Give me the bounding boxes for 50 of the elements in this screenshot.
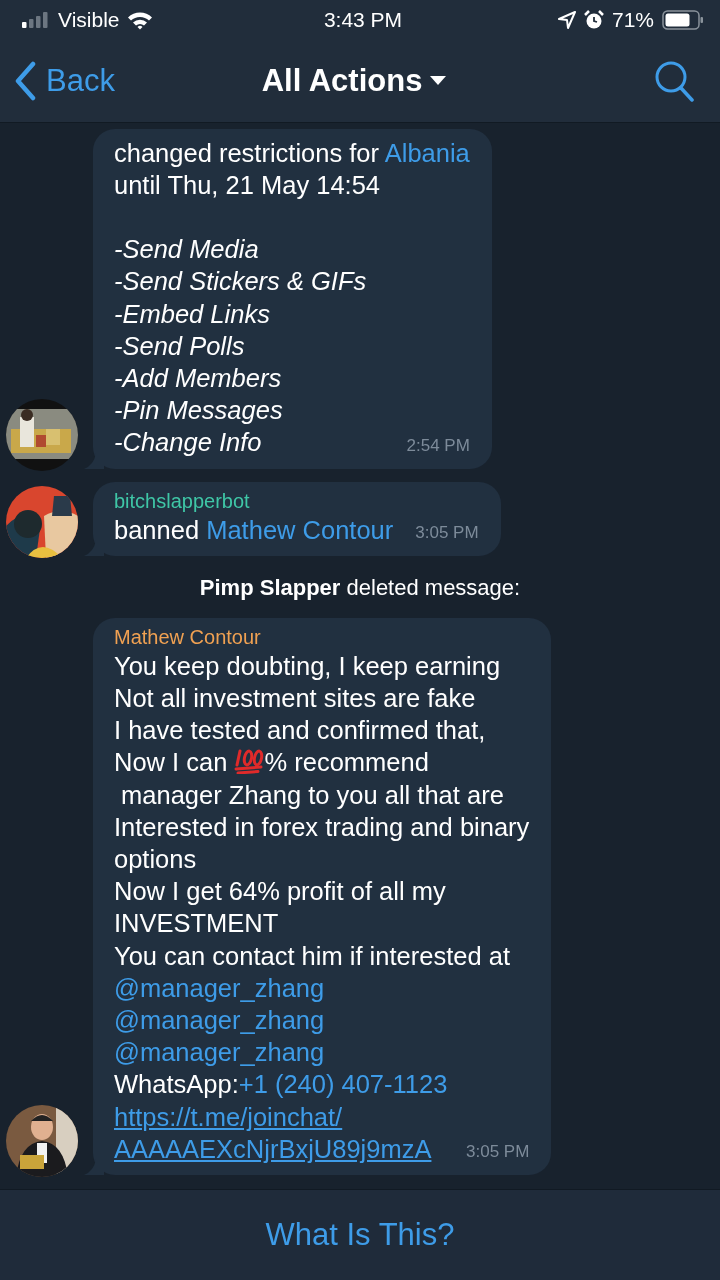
- link[interactable]: Mathew Contour: [206, 515, 394, 544]
- clock-time: 3:43 PM: [323, 8, 403, 32]
- link[interactable]: @manager_zhang: [114, 1038, 325, 1067]
- hundred-points-icon: [234, 748, 265, 775]
- caret-icon: [430, 76, 447, 86]
- link[interactable]: Albania: [384, 138, 470, 167]
- message-text: until Thu, 21 May 14:54: [114, 169, 382, 201]
- url-link[interactable]: https://t.me/joinchat/: [114, 1102, 343, 1131]
- location-arrow-icon: [557, 11, 576, 29]
- message-text: Now I can % recommend: [114, 747, 430, 779]
- message-text: You can contact him if interested at: [114, 940, 511, 972]
- wifi-icon: [127, 10, 154, 30]
- chevron-left-icon: [14, 61, 36, 101]
- message-time: 3:05 PM: [415, 521, 479, 544]
- carrier-name: Visible: [58, 8, 120, 32]
- sender-name: bitchslapperbot: [114, 489, 251, 513]
- back-button[interactable]: Back: [14, 61, 262, 101]
- message-time: 3:05 PM: [466, 1141, 530, 1163]
- signal-icon: [22, 12, 50, 28]
- alarm-clock-icon: [583, 10, 604, 30]
- message-text: -Embed Links: [114, 298, 271, 330]
- message-time: 2:54 PM: [406, 434, 470, 457]
- message-text: INVESTMENT: [114, 908, 280, 940]
- actions-filter-dropdown[interactable]: All Actions: [261, 63, 447, 99]
- battery-percent: 71%: [611, 8, 654, 32]
- message-text: Interested in forex trading and binary: [114, 811, 530, 843]
- message-text: You keep doubting, I keep earning: [114, 650, 502, 682]
- what-is-this-button[interactable]: What Is This?: [259, 1216, 461, 1254]
- url-link[interactable]: AAAAAEXcNjrBxjU89j9mzA: [114, 1134, 432, 1163]
- link[interactable]: @manager_zhang: [114, 1006, 325, 1034]
- message-text: WhatsApp:+1 (240) 407-1123: [114, 1069, 449, 1101]
- sender-name: Mathew Contour: [114, 625, 262, 649]
- message-text: changed restrictions for Albania: [114, 137, 470, 169]
- battery-icon: [662, 10, 704, 30]
- message-text: options: [114, 843, 198, 875]
- link[interactable]: +1 (240) 407-1123: [238, 1070, 448, 1099]
- link[interactable]: @manager_zhang: [114, 973, 325, 1002]
- message-text: Not all investment sites are fake: [114, 682, 477, 714]
- search-icon[interactable]: [654, 60, 694, 102]
- message-text: manager Zhang to you all that are: [120, 779, 505, 811]
- service-message: Pimp Slapper deleted message:: [198, 573, 522, 602]
- message-text: Now I get 64% profit of all my: [114, 876, 447, 908]
- message-text: banned Mathew Contour: [114, 514, 394, 546]
- message-text: -Send Stickers & GIFs: [114, 266, 368, 298]
- message-text: -Send Polls: [114, 330, 246, 362]
- message-text: -Change Info: [114, 427, 262, 459]
- message-text: -Send Media: [114, 234, 260, 266]
- message-text: -Add Members: [114, 362, 283, 394]
- message-text: I have tested and confirmed that,: [114, 715, 487, 747]
- message-text: -Pin Messages: [114, 395, 284, 427]
